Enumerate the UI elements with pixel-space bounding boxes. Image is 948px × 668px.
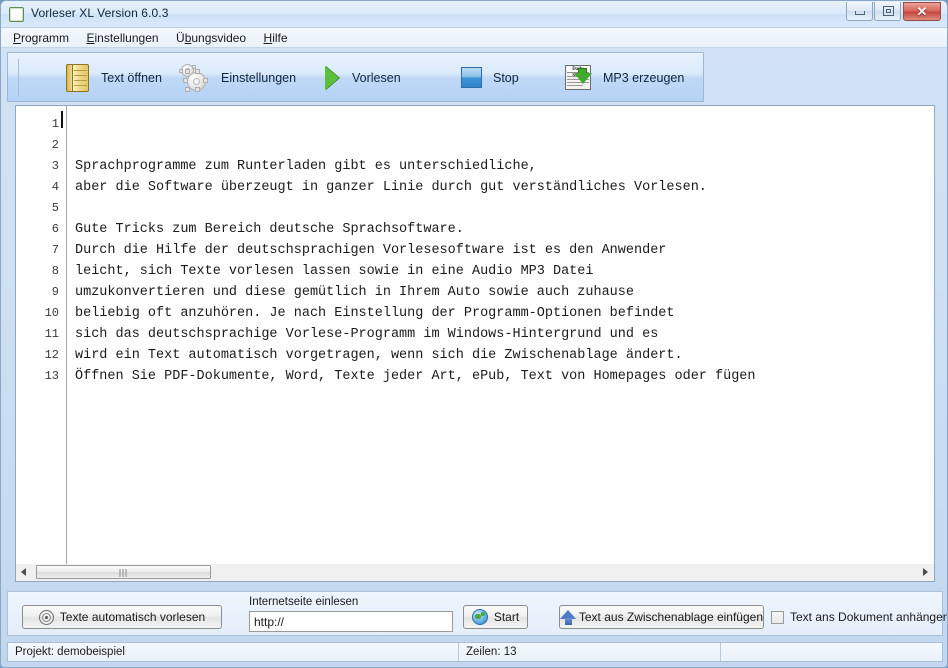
toolbar-button-text-oeffnen[interactable]: Text öffnen: [66, 61, 162, 95]
line-number: 13: [44, 369, 59, 383]
toolbar-button-einstellungen[interactable]: Einstellungen: [179, 61, 297, 95]
scroll-left-arrow-icon[interactable]: [16, 564, 33, 580]
speaker-icon: [38, 609, 54, 625]
maximize-icon: [883, 6, 894, 16]
line-number: 6: [51, 222, 59, 236]
globe-icon: [471, 609, 488, 625]
bottom-toolbar: Texte automatisch vorlesen Internetseite…: [7, 591, 947, 636]
up-arrow-icon: [560, 609, 576, 626]
application-window: Vorleser XL Version 6.0.3 ✕ Programm Ein…: [0, 0, 948, 668]
append-to-document-label: Text ans Dokument anhängen: [790, 610, 948, 624]
status-lines: Zeilen: 13: [458, 643, 720, 661]
line-number: 11: [44, 327, 59, 341]
line-number: 12: [44, 348, 59, 362]
line-number: 2: [51, 138, 59, 152]
play-icon: [323, 65, 343, 91]
title-bar: Vorleser XL Version 6.0.3 ✕: [1, 1, 947, 28]
line-number: 4: [51, 180, 59, 194]
stop-icon: [460, 66, 484, 90]
horizontal-scrollbar[interactable]: [15, 564, 935, 582]
close-button[interactable]: ✕: [903, 2, 941, 21]
text-caret: [61, 111, 63, 128]
toolbar-button-vorlesen[interactable]: Vorlesen: [323, 61, 401, 95]
scrollbar-grip-icon: [119, 569, 128, 577]
close-icon: ✕: [916, 4, 928, 19]
checkbox-box[interactable]: [771, 610, 784, 624]
status-project: Projekt: demobeispiel: [15, 646, 125, 658]
status-empty: [720, 643, 942, 661]
editor-line: sich das deutschsprachige Vorlese-Progra…: [75, 327, 659, 342]
toolbar-separator: [18, 59, 19, 97]
editor-line: Öffnen Sie PDF-Dokumente, Word, Texte je…: [75, 369, 756, 384]
toolbar-label-stop: Stop: [493, 71, 519, 85]
editor-line: Durch die Hilfe der deutschsprachigen Vo…: [75, 243, 667, 258]
start-label: Start: [493, 610, 520, 624]
editor-line: Sprachprogramme zum Runterladen gibt es …: [75, 159, 537, 174]
line-number: 10: [44, 306, 59, 320]
editor-line: beliebig oft anzuhören. Je nach Einstell…: [75, 306, 675, 321]
line-number: 1: [51, 117, 59, 131]
toolbar: Text öffnen Einstellungen Vorlesen Stop …: [7, 52, 704, 102]
line-number: 7: [51, 243, 59, 257]
maximize-button[interactable]: [874, 2, 901, 21]
scroll-right-arrow-icon[interactable]: [917, 564, 934, 580]
menu-bar: Programm Einstellungen Übungsvideo Hilfe: [1, 28, 947, 48]
auto-read-label: Texte automatisch vorlesen: [59, 610, 206, 624]
auto-read-button[interactable]: Texte automatisch vorlesen: [22, 605, 222, 629]
menu-item-uebungsvideo[interactable]: Übungsvideo: [174, 28, 257, 47]
toolbar-label-einstellungen: Einstellungen: [221, 71, 297, 85]
start-button[interactable]: Start: [463, 605, 528, 629]
book-icon: [66, 63, 92, 93]
newspaper-download-icon: Daily News: [564, 63, 594, 93]
paste-clipboard-label: Text aus Zwischenablage einfügen: [578, 610, 763, 624]
editor-line: leicht, sich Texte vorlesen lassen sowie…: [75, 264, 594, 279]
minimize-icon: [855, 11, 865, 15]
toolbar-label-text-oeffnen: Text öffnen: [101, 71, 162, 85]
window-title: Vorleser XL Version 6.0.3: [31, 6, 169, 20]
editor-line: Gute Tricks zum Bereich deutsche Sprachs…: [75, 222, 464, 237]
url-field-label: Internetseite einlesen: [249, 596, 359, 608]
menu-item-einstellungen[interactable]: Einstellungen: [84, 28, 169, 47]
gears-icon: [179, 63, 212, 93]
status-bar: Projekt: demobeispiel Zeilen: 13: [7, 642, 943, 662]
editor-line: umzukonvertieren und diese gemütlich in …: [75, 285, 634, 300]
menu-item-programm[interactable]: Programm: [11, 28, 80, 47]
toolbar-container: Text öffnen Einstellungen Vorlesen Stop …: [7, 52, 941, 102]
url-input[interactable]: http://: [249, 611, 453, 632]
line-number: 9: [51, 285, 59, 299]
paste-clipboard-button[interactable]: Text aus Zwischenablage einfügen: [559, 605, 764, 629]
editor-line: wird ein Text automatisch vorgetragen, w…: [75, 348, 683, 363]
app-icon: [9, 7, 24, 22]
editor-text-content[interactable]: Sprachprogramme zum Runterladen gibt es …: [68, 106, 934, 581]
toolbar-button-stop[interactable]: Stop: [460, 61, 519, 95]
line-number: 5: [51, 201, 59, 215]
toolbar-button-mp3-erzeugen[interactable]: Daily News MP3 erzeugen: [564, 61, 684, 95]
toolbar-label-vorlesen: Vorlesen: [352, 71, 401, 85]
minimize-button[interactable]: [846, 2, 873, 21]
append-to-document-checkbox[interactable]: Text ans Dokument anhängen: [771, 610, 948, 624]
editor-line: aber die Software überzeugt in ganzer Li…: [75, 180, 707, 195]
toolbar-label-mp3-erzeugen: MP3 erzeugen: [603, 71, 685, 85]
line-number: 8: [51, 264, 59, 278]
text-editor[interactable]: 1 2 3 4 5 6 7 8 9 10 11 12 13 Sprachprog…: [15, 105, 935, 582]
menu-item-hilfe[interactable]: Hilfe: [262, 28, 299, 47]
line-number: 3: [51, 159, 59, 173]
line-number-gutter: 1 2 3 4 5 6 7 8 9 10 11 12 13: [16, 106, 67, 581]
scrollbar-thumb[interactable]: [36, 565, 211, 579]
